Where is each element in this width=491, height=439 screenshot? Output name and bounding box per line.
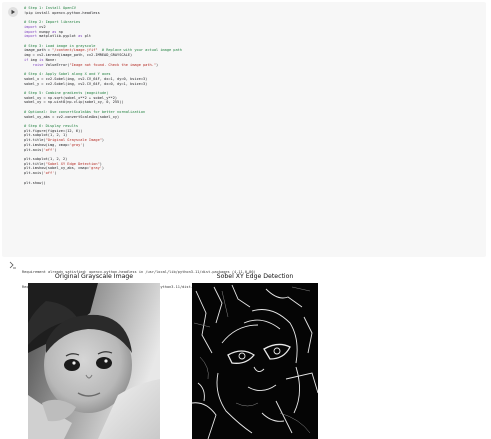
code-token: 'off' (43, 147, 55, 152)
code-token: plt.title( (24, 161, 46, 166)
code-token: ValueError( (43, 62, 70, 67)
code-token: ) (156, 62, 159, 67)
code-token: # Optional: Use convertScaleAbs for bett… (24, 109, 146, 114)
code-token: import (24, 29, 37, 34)
code-token: import (24, 24, 37, 29)
code-token: "Image not found. Check the image path." (69, 62, 156, 67)
code-token: ) (54, 147, 57, 152)
code-token: plt.subplot(1, 2, 1) (24, 133, 68, 138)
code-token: plt.axis( (24, 147, 44, 152)
right-plot-title: Sobel XY Edge Detection (216, 273, 294, 280)
code-token: # Step 5: Combine gradients (magnitude) (24, 90, 109, 95)
code-token: ) (99, 161, 102, 166)
code-token: 'off' (43, 171, 55, 176)
code-token: # Step 1: Install OpenCV (24, 6, 76, 10)
code-token: # Step 4: Apply Sobel along X and Y axes (24, 72, 111, 77)
code-token: # Replace with your actual image path (101, 48, 182, 53)
original-grayscale-image (28, 283, 160, 439)
code-token: 'gray' (88, 166, 102, 171)
code-editor[interactable]: # Step 1: Install OpenCV !pip install ope… (24, 6, 482, 185)
code-token: plt (82, 34, 92, 39)
run-cell-button[interactable] (8, 7, 18, 17)
code-token: numpy (36, 29, 53, 34)
code-token: "Sobel XY Edge Detection" (45, 161, 100, 166)
code-token: sobel_xy = np.sqrt(sobel_x**2 + sobel_y*… (24, 95, 118, 100)
cell-output: Requirement already satisfied: opencv-py… (0, 258, 491, 439)
code-token: plt.imshow(sobel_xy_abs, cmap= (24, 166, 89, 171)
code-token: import (24, 34, 37, 39)
code-token: # Step 3: Load image in grayscale (24, 43, 96, 48)
code-token: # Step 6: Display results (24, 123, 79, 128)
code-token: !pip install opencv-python-headless (24, 10, 100, 15)
code-token: plt.imshow(img, cmap= (24, 142, 70, 147)
code-token: None: (43, 57, 57, 62)
code-token: img = cv2.imread(image_path, cv2.IMREAD_… (24, 53, 133, 58)
code-token: ) (101, 138, 105, 143)
code-token: img (28, 57, 40, 62)
sobel-edge-image (192, 283, 318, 439)
code-token: plt.subplot(1, 2, 2) (24, 157, 68, 161)
code-token: plt.figure(figsize=(12, 6)) (24, 128, 83, 133)
output-settings-icon[interactable] (9, 261, 17, 269)
code-token: ) (54, 171, 57, 176)
code-token: np (56, 29, 63, 34)
code-token: ) (82, 142, 85, 147)
code-token: raise (32, 62, 44, 67)
code-token: plt.axis( (24, 171, 44, 176)
code-token: "/content/image.jfif" (52, 48, 98, 53)
code-line[interactable]: plt.show() (24, 181, 482, 186)
code-token: ) (101, 166, 105, 171)
left-plot-title: Original Grayscale Image (54, 273, 134, 280)
code-token: sobel_xy = np.uint8(np.clip(sobel_xy, 0,… (24, 100, 124, 105)
code-token: plt.show() (24, 180, 46, 185)
code-token: sobel_y = cv2.Sobel(img, cv2.CV_64F, dx=… (24, 81, 148, 86)
play-icon (11, 9, 15, 15)
code-cell[interactable]: # Step 1: Install OpenCV !pip install ope… (2, 2, 486, 257)
code-token: "Original Grayscale Image" (45, 138, 102, 143)
code-token: 'gray' (69, 142, 83, 147)
code-token: # Step 2: Import libraries (24, 20, 81, 25)
code-token: image_path = (24, 48, 53, 53)
code-token: sobel_xy_abs = cv2.convertScaleAbs(sobel… (24, 114, 120, 119)
code-token: cv2 (36, 24, 46, 29)
code-token: plt.title( (24, 138, 46, 143)
code-token: sobel_x = cv2.Sobel(img, cv2.CV_64F, dx=… (24, 76, 148, 81)
code-token: matplotlib.pyplot (36, 34, 79, 39)
matplotlib-figure: Original Grayscale Image Sobel XY Edge D… (22, 273, 402, 439)
